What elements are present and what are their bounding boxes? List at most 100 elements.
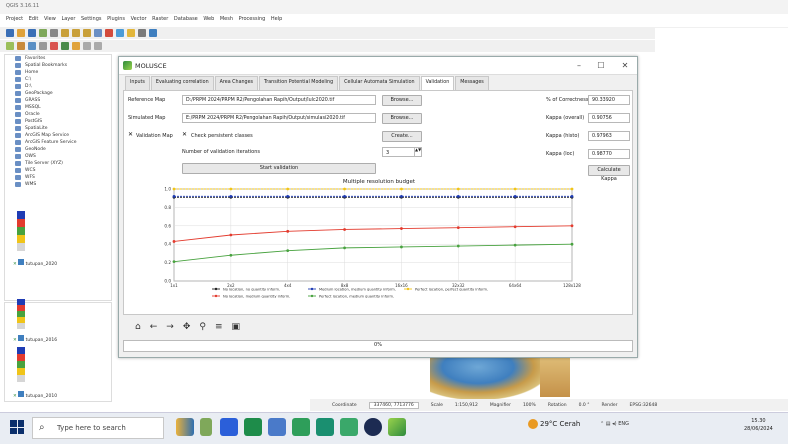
browser-item[interactable]: D:\: [5, 83, 111, 90]
molusce-plugin-icon[interactable]: [149, 29, 157, 37]
browse-reference-button[interactable]: Browse...: [382, 95, 422, 106]
menu-database[interactable]: Database: [174, 16, 198, 22]
layer-item-2016[interactable]: ✕ tutupan_2016: [13, 335, 113, 343]
layer-item-2020[interactable]: ✕ tutupan_2020: [13, 259, 113, 267]
weather-text[interactable]: 29°C Cerah: [540, 420, 580, 428]
start-validation-button[interactable]: Start validation: [182, 163, 376, 174]
menu-edit[interactable]: Edit: [29, 16, 39, 22]
tab-messages[interactable]: Messages: [455, 76, 489, 90]
menu-view[interactable]: View: [44, 16, 56, 22]
simulated-map-field[interactable]: E:/PRPM 2024/PRPM R2/Pengolahan Rapih/Ou…: [182, 113, 376, 123]
tab-inputs[interactable]: Inputs: [125, 76, 150, 90]
outlook-icon[interactable]: [220, 418, 238, 436]
browser-item[interactable]: PostGIS: [5, 118, 111, 125]
pan-icon[interactable]: [50, 29, 58, 37]
add-raster-icon[interactable]: [17, 42, 25, 50]
tab-transition-potential[interactable]: Transition Potential Modeling: [259, 76, 339, 90]
menu-vector[interactable]: Vector: [131, 16, 147, 22]
qgis-taskbar-icon[interactable]: [340, 418, 358, 436]
menu-processing[interactable]: Processing: [239, 16, 266, 22]
browser-item[interactable]: SpatiaLite: [5, 125, 111, 132]
refresh-icon[interactable]: [94, 29, 102, 37]
validation-map-checkbox[interactable]: ✕: [128, 131, 133, 138]
render-checkbox[interactable]: Render: [601, 403, 617, 408]
menu-plugins[interactable]: Plugins: [107, 16, 125, 22]
browser-item[interactable]: WCS: [5, 167, 111, 174]
task-view-icon[interactable]: [200, 418, 212, 436]
rotation-field[interactable]: 0.0 °: [579, 403, 590, 408]
menu-raster[interactable]: Raster: [152, 16, 168, 22]
browser-item[interactable]: WFS: [5, 174, 111, 181]
browser-item[interactable]: ArcGIS Feature Service: [5, 139, 111, 146]
file-explorer-icon[interactable]: [268, 418, 286, 436]
browser-item[interactable]: MSSQL: [5, 104, 111, 111]
select-icon[interactable]: [116, 29, 124, 37]
taskbar-search-box[interactable]: ⌕ Type here to search: [32, 417, 164, 439]
edge-icon[interactable]: [244, 418, 262, 436]
tab-area-changes[interactable]: Area Changes: [214, 76, 259, 90]
new-project-icon[interactable]: [6, 29, 14, 37]
spin-arrows-icon[interactable]: ▲▼: [414, 148, 421, 156]
pct-correctness-field[interactable]: 90.33920: [588, 95, 630, 105]
layer-item-2010[interactable]: ✕ tutupan_2010: [13, 391, 113, 399]
tab-cellular-automata[interactable]: Cellular Automata Simulation: [339, 76, 420, 90]
measure-icon[interactable]: [127, 29, 135, 37]
save-figure-icon[interactable]: ▣: [232, 322, 241, 332]
windows-start-icon[interactable]: [10, 420, 24, 434]
system-tray[interactable]: ⌃ ▤ ◂) ENG: [600, 421, 629, 427]
layer-visible-checkbox[interactable]: ✕: [13, 338, 17, 343]
save-project-icon[interactable]: [28, 29, 36, 37]
magnifier-field[interactable]: 100%: [523, 403, 536, 408]
menu-settings[interactable]: Settings: [81, 16, 102, 22]
browser-item[interactable]: WMS: [5, 181, 111, 188]
browser-item[interactable]: ArcGIS Map Service: [5, 132, 111, 139]
kappa-histo-field[interactable]: 0.97963: [588, 131, 630, 141]
browser-item[interactable]: Favorites: [5, 55, 111, 62]
add-vector-icon[interactable]: [6, 42, 14, 50]
browser-item[interactable]: OWS: [5, 153, 111, 160]
zoom-icon[interactable]: ⚲: [199, 322, 206, 332]
layer-visible-checkbox[interactable]: ✕: [13, 262, 17, 267]
tab-evaluating-correlation[interactable]: Evaluating correlation: [150, 76, 214, 90]
browse-simulated-button[interactable]: Browse...: [382, 113, 422, 124]
menu-help[interactable]: Help: [271, 16, 282, 22]
undo-icon[interactable]: [83, 42, 91, 50]
redo-icon[interactable]: [94, 42, 102, 50]
persistent-classes-checkbox[interactable]: ✕: [182, 131, 187, 138]
print-layout-icon[interactable]: [39, 29, 47, 37]
browser-item[interactable]: Spatial Bookmarks: [5, 62, 111, 69]
layer-visible-checkbox[interactable]: ✕: [13, 394, 17, 399]
digitize-icon[interactable]: [39, 42, 47, 50]
browser-item[interactable]: C:\: [5, 76, 111, 83]
delete-icon[interactable]: [50, 42, 58, 50]
home-icon[interactable]: ⌂: [135, 322, 141, 332]
qgis-plugin-icon[interactable]: [388, 418, 406, 436]
kappa-loc-field[interactable]: 0.98770: [588, 149, 630, 159]
back-arrow-icon[interactable]: ←: [150, 322, 158, 332]
browser-item[interactable]: Home: [5, 69, 111, 76]
browser-item[interactable]: Tile Server (XYZ): [5, 160, 111, 167]
maximize-icon[interactable]: ☐: [593, 60, 609, 72]
node-tool-icon[interactable]: [61, 42, 69, 50]
chevron-up-icon[interactable]: ⌃: [600, 421, 604, 427]
add-wms-icon[interactable]: [28, 42, 36, 50]
open-project-icon[interactable]: [17, 29, 25, 37]
iterations-spinbox[interactable]: 3 ▲▼: [382, 147, 422, 157]
identify-icon[interactable]: [105, 29, 113, 37]
taskbar-app-icon[interactable]: [176, 418, 194, 436]
reference-map-field[interactable]: D:/PRPM 2024/PRPM R2/Pengolahan Rapih/Ou…: [182, 95, 376, 105]
crs-button[interactable]: EPSG:32648: [630, 403, 658, 408]
opera-icon[interactable]: [364, 418, 382, 436]
tab-validation[interactable]: Validation: [420, 76, 455, 90]
browser-item[interactable]: GRASS: [5, 97, 111, 104]
label-icon[interactable]: [72, 42, 80, 50]
volume-icon[interactable]: ◂): [612, 421, 616, 427]
menu-mesh[interactable]: Mesh: [220, 16, 233, 22]
scale-field[interactable]: 1:150,912: [455, 403, 478, 408]
close-icon[interactable]: ✕: [617, 60, 633, 72]
network-icon[interactable]: ▤: [606, 421, 611, 427]
zoom-out-icon[interactable]: [72, 29, 80, 37]
browser-item[interactable]: GeoNode: [5, 146, 111, 153]
calculate-kappa-button[interactable]: Calculate Kappa: [588, 165, 630, 182]
pan-icon[interactable]: ✥: [183, 322, 191, 332]
